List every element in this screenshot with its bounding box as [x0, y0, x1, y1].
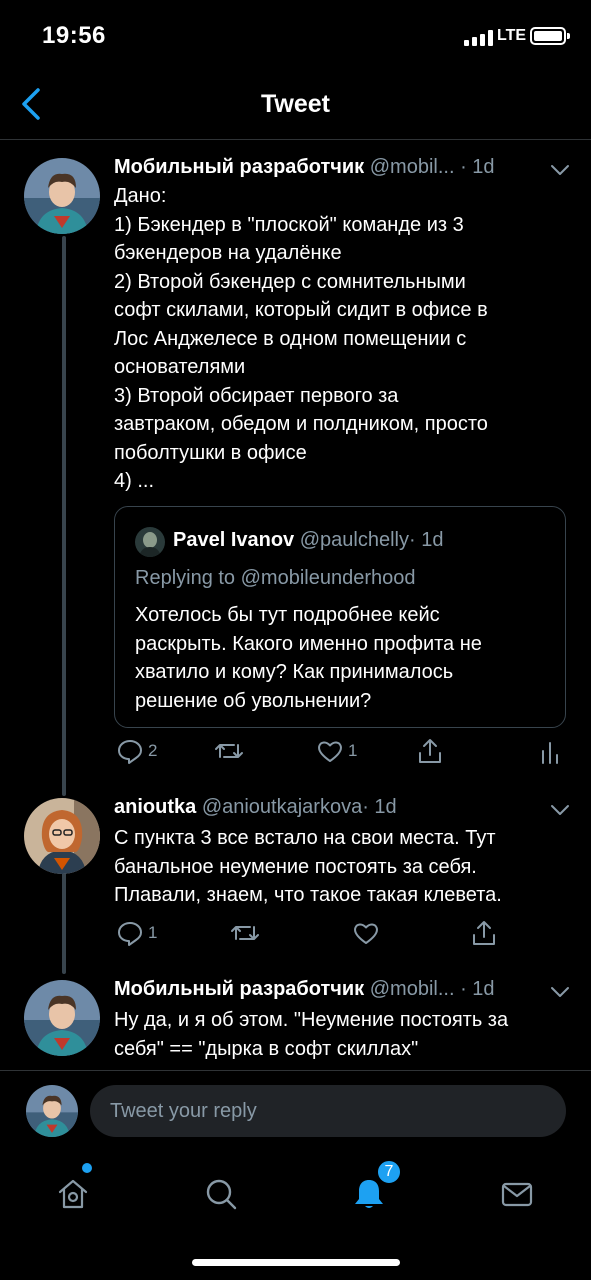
signal-icon: [464, 30, 494, 46]
new-content-dot: [82, 1163, 92, 1173]
quote-text: Хотелось бы тут подробнее кейс раскрыть.…: [135, 601, 555, 715]
tweet-header: Мобильный разработчик @mobil... · 1d: [114, 978, 495, 1001]
like-button[interactable]: [352, 916, 380, 950]
tweet-line: основателями: [114, 356, 246, 378]
tweet-line: поболтушки в офисе: [114, 441, 307, 464]
author-name[interactable]: Мобильный разработчик: [114, 156, 364, 178]
notification-badge: 7: [376, 1159, 402, 1185]
tweet-line: банальное неумение постоять за себя.: [114, 855, 477, 878]
avatar-image: [24, 798, 100, 874]
tweet-line: Лос Анджелесе в одном помещении с: [114, 327, 467, 350]
quote-line: раскрыть. Какого именно профита не: [135, 632, 482, 655]
heart-icon: [354, 923, 378, 944]
reply-input[interactable]: [90, 1085, 566, 1137]
tweet-time: · 1d: [460, 978, 495, 1000]
chevron-down-icon[interactable]: [550, 985, 570, 999]
mail-icon: [501, 1182, 533, 1207]
like-button[interactable]: 1: [316, 734, 357, 768]
tweet-line: Дано:: [114, 185, 167, 207]
status-time: 19:56: [42, 22, 106, 49]
tweet-line: 4) ...: [114, 470, 155, 492]
tweet-line: завтраком, обедом и полдником, просто: [114, 413, 488, 435]
thread-line: [62, 870, 66, 974]
quote-avatar: [135, 527, 165, 557]
tweet-actions: 2 1: [114, 734, 564, 768]
quote-line: решение об увольнении?: [135, 689, 372, 712]
reply-button[interactable]: 1: [116, 916, 157, 950]
avatar-image: [24, 158, 100, 234]
quote-header: Pavel Ivanov @paulchelly· 1d: [173, 529, 443, 552]
tweet-line: 3) Второй обсирает первого за: [114, 384, 399, 407]
status-bar: 19:56 LTE: [0, 0, 591, 70]
search-icon: [206, 1179, 237, 1210]
page-title: Tweet: [261, 90, 330, 118]
author-handle[interactable]: @mobil...: [370, 156, 455, 178]
author-handle[interactable]: @mobil...: [370, 978, 455, 1000]
tab-home[interactable]: [48, 1169, 98, 1219]
analytics-button[interactable]: [538, 734, 562, 768]
tweet-line: 2) Второй бэкендер с сомнительными: [114, 270, 466, 293]
home-indicator[interactable]: [192, 1259, 400, 1266]
tweet-time: · 1d: [460, 156, 495, 178]
tab-messages[interactable]: [492, 1169, 542, 1219]
tweet-line: 1) Бэкендер в "плоской" команде из 3: [114, 213, 464, 236]
author-name[interactable]: anioutka: [114, 796, 196, 818]
retweet-icon: [231, 926, 259, 940]
replying-to: Replying to @mobileunderhood: [135, 567, 416, 589]
chevron-down-icon[interactable]: [550, 163, 570, 177]
reply-count: 1: [148, 923, 158, 942]
author-handle[interactable]: @anioutkajarkova: [202, 796, 362, 818]
tweet-text: Дано: 1) Бэкендер в "плоской" команде из…: [114, 182, 564, 496]
tweet-line: Ну да, и я об этом. "Неумение постоять з…: [114, 1009, 509, 1031]
retweet-button[interactable]: [230, 916, 260, 950]
share-icon: [419, 739, 441, 763]
quoted-tweet[interactable]: Pavel Ivanov @paulchelly· 1d Replying to…: [114, 506, 566, 728]
avatar[interactable]: [24, 798, 100, 874]
analytics-icon: [542, 742, 558, 764]
tweet-time: · 1d: [362, 796, 397, 818]
thread-line: [62, 236, 66, 796]
quote-author-handle: @paulchelly: [299, 529, 409, 551]
network-label: LTE: [497, 27, 527, 44]
tweet-header: Мобильный разработчик @mobil... · 1d: [114, 156, 495, 179]
quote-line: Хотелось бы тут подробнее кейс: [135, 604, 440, 626]
home-icon: [58, 1179, 88, 1209]
avatar-image: [24, 980, 100, 1056]
retweet-button[interactable]: [214, 734, 244, 768]
tweet-line: софт скилами, который сидит в офисе в: [114, 299, 488, 321]
quote-author-name: Pavel Ivanov: [173, 529, 295, 551]
nav-header: Tweet: [0, 70, 591, 140]
author-name[interactable]: Мобильный разработчик: [114, 978, 364, 1000]
share-button[interactable]: [470, 916, 498, 950]
tweet-line: бэкендеров на удалёнке: [114, 242, 342, 264]
tweet-line: Плавали, знаем, что такое такая клевета.: [114, 884, 502, 906]
share-button[interactable]: [416, 734, 444, 768]
avatar: [26, 1085, 78, 1137]
quote-line: хватило и кому? Как принималось: [135, 661, 454, 683]
tweet-text: С пункта 3 все встало на свои места. Тут…: [114, 824, 564, 910]
reply-bar: [0, 1070, 591, 1155]
avatar[interactable]: [24, 158, 100, 234]
reply-icon: [118, 740, 142, 764]
tweet-header: anioutka @anioutkajarkova· 1d: [114, 796, 397, 819]
avatar-image: [135, 527, 165, 557]
tab-search[interactable]: [196, 1169, 246, 1219]
reply-icon: [118, 922, 142, 946]
tweet-line: себя" == "дырка в софт скиллах": [114, 1037, 419, 1060]
reply-button[interactable]: 2: [116, 734, 157, 768]
tweet-text: Ну да, и я об этом. "Неумение постоять з…: [114, 1006, 564, 1063]
avatar[interactable]: [24, 980, 100, 1056]
avatar-image: [26, 1085, 78, 1137]
reply-count: 2: [148, 741, 158, 760]
tweet-line: С пункта 3 все встало на свои места. Тут: [114, 827, 496, 849]
tweet-actions: 1: [114, 916, 564, 950]
battery-icon: [530, 27, 570, 45]
chevron-down-icon[interactable]: [550, 803, 570, 817]
heart-icon: [318, 741, 342, 762]
retweet-icon: [215, 744, 243, 758]
quote-time: · 1d: [409, 529, 444, 551]
share-icon: [473, 921, 495, 945]
like-count: 1: [348, 741, 358, 760]
